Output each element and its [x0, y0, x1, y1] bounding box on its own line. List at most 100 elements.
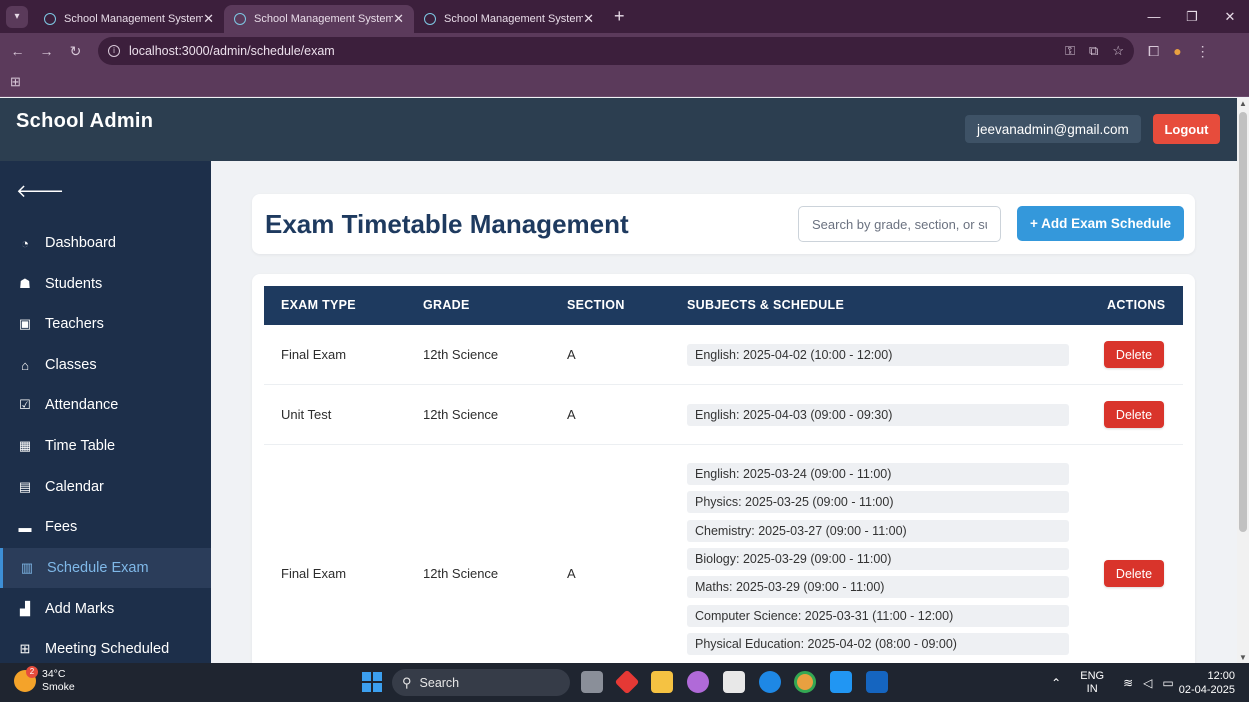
sidebar-item-schedule-exam[interactable]: ▥ Schedule Exam	[0, 548, 211, 588]
sidebar-item-meeting-scheduled[interactable]: ⊞ Meeting Scheduled	[0, 629, 211, 663]
browser-tab-active[interactable]: School Management System ✕	[224, 5, 414, 33]
install-icon[interactable]: ⧉	[1089, 43, 1098, 59]
react-icon	[44, 13, 56, 25]
volume-icon[interactable]: ◁	[1143, 676, 1152, 690]
browser-tab[interactable]: School Management System ✕	[414, 5, 604, 33]
lang-top: ENG	[1080, 669, 1105, 682]
vscode-icon[interactable]	[830, 671, 852, 693]
schedule-item: English: 2025-04-02 (10:00 - 12:00)	[687, 344, 1069, 366]
browser-toolbar: ← → ↻ i localhost:3000/admin/schedule/ex…	[0, 33, 1249, 69]
sidebar-item-label: Students	[45, 276, 103, 292]
calendar-grid-icon: ▦	[18, 438, 32, 453]
address-bar[interactable]: i localhost:3000/admin/schedule/exam ⚿ ⧉…	[98, 37, 1134, 65]
taskbar-search[interactable]: ⚲ Search	[392, 669, 570, 696]
restore-icon[interactable]: ❐	[1173, 9, 1211, 25]
calendar-check-icon: ☑	[19, 397, 31, 412]
store-icon[interactable]	[723, 671, 745, 693]
student-icon: ☗	[19, 276, 31, 291]
page-title: Exam Timetable Management	[265, 209, 629, 239]
sidebar-item-time-table[interactable]: ▦ Time Table	[0, 426, 211, 466]
sidebar-item-label: Calendar	[45, 479, 104, 495]
scroll-down-icon[interactable]: ▼	[1239, 653, 1247, 662]
sidebar-item-attendance[interactable]: ☑ Attendance	[0, 385, 211, 425]
windows-start-icon[interactable]	[362, 672, 382, 692]
wifi-icon[interactable]: ≋	[1123, 676, 1133, 690]
tab-title: School Management System	[254, 13, 394, 25]
sidebar-item-calendar[interactable]: ▤ Calendar	[0, 467, 211, 507]
search-icon: ⚲	[402, 674, 412, 690]
browser-tab[interactable]: School Management System ✕	[34, 5, 224, 33]
weather-icon: 2	[14, 666, 38, 692]
sidebar-item-fees[interactable]: ▬ Fees	[0, 507, 211, 547]
browser-tabbar: ▾ School Management System ✕ School Mana…	[0, 0, 1249, 33]
close-tab-icon[interactable]: ✕	[203, 11, 214, 27]
apps-icon[interactable]: ⊞	[10, 74, 21, 90]
notification-badge: 2	[26, 666, 38, 678]
copilot-icon[interactable]	[687, 671, 709, 693]
sidebar-item-label: Schedule Exam	[47, 560, 149, 576]
chevron-up-icon[interactable]: ⌃	[1051, 676, 1061, 690]
task-view-icon[interactable]	[581, 671, 603, 693]
grade-cell: 12th Science	[423, 407, 499, 422]
reload-icon[interactable]: ↻	[61, 43, 90, 60]
close-window-icon[interactable]: ✕	[1211, 9, 1249, 25]
language-indicator[interactable]: ENG IN	[1080, 670, 1104, 696]
app-icon[interactable]	[614, 669, 640, 695]
key-icon[interactable]: ⚿	[1065, 43, 1075, 59]
forward-icon[interactable]: →	[32, 43, 61, 59]
react-icon	[234, 13, 246, 25]
sidebar-item-classes[interactable]: ⌂ Classes	[0, 345, 211, 385]
delete-button[interactable]: Delete	[1104, 560, 1164, 587]
edge-icon[interactable]	[759, 671, 781, 693]
star-icon[interactable]: ☆	[1112, 43, 1124, 59]
taskbar-search-label: Search	[419, 675, 460, 690]
exam-type-cell: Unit Test	[281, 407, 332, 422]
close-tab-icon[interactable]: ✕	[393, 11, 404, 27]
scroll-up-icon[interactable]: ▲	[1239, 99, 1247, 108]
grade-cell: 12th Science	[423, 566, 499, 581]
tab-search-button[interactable]: ▾	[6, 5, 28, 28]
search-input[interactable]	[798, 206, 1001, 242]
chrome-icon[interactable]	[794, 671, 816, 693]
back-icon[interactable]: ←	[3, 43, 32, 59]
sidebar-item-teachers[interactable]: ▣ Teachers	[0, 304, 211, 344]
minimize-icon[interactable]: —	[1135, 9, 1173, 24]
column-header: ACTIONS	[1107, 298, 1166, 312]
scroll-thumb[interactable]	[1239, 112, 1247, 532]
logout-button[interactable]: Logout	[1153, 114, 1220, 144]
close-tab-icon[interactable]: ✕	[583, 11, 594, 27]
site-info-icon[interactable]: i	[108, 45, 120, 57]
main-content: Exam Timetable Management + Add Exam Sch…	[211, 161, 1237, 663]
wallet-icon: ▬	[18, 519, 32, 535]
sidebar-item-dashboard[interactable]: ◔ Dashboard	[0, 223, 211, 263]
page-scrollbar[interactable]: ▲ ▼	[1237, 98, 1249, 663]
exam-type-cell: Final Exam	[281, 566, 347, 581]
table-row: Final Exam 12th Science A English: 2025-…	[264, 445, 1183, 663]
clock-time: 12:00	[1207, 669, 1235, 682]
add-exam-schedule-button[interactable]: + Add Exam Schedule	[1017, 206, 1184, 241]
sidebar-item-students[interactable]: ☗ Students	[0, 264, 211, 304]
new-tab-icon[interactable]: +	[614, 6, 625, 27]
lang-bottom: IN	[1086, 682, 1098, 695]
calendar-icon: ▤	[18, 479, 32, 494]
profile-icon[interactable]: ●	[1173, 43, 1181, 59]
extensions-icon[interactable]: ⧠	[1148, 43, 1159, 60]
file-explorer-icon[interactable]	[651, 671, 673, 693]
back-arrow-icon[interactable]: 🡐	[16, 181, 64, 202]
weather-widget[interactable]: 2 34°C Smoke	[14, 666, 75, 694]
delete-button[interactable]: Delete	[1104, 401, 1164, 428]
weather-desc: Smoke	[42, 681, 75, 693]
delete-button[interactable]: Delete	[1104, 341, 1164, 368]
word-icon[interactable]	[866, 671, 888, 693]
react-icon	[424, 13, 436, 25]
title-card: Exam Timetable Management + Add Exam Sch…	[252, 194, 1195, 254]
sidebar-item-add-marks[interactable]: ▟ Add Marks	[0, 589, 211, 629]
sidebar-item-label: Fees	[45, 519, 78, 535]
sidebar-item-label: Meeting Scheduled	[45, 641, 170, 657]
url-text: localhost:3000/admin/schedule/exam	[129, 44, 335, 58]
menu-icon[interactable]: ⋮	[1196, 43, 1210, 60]
clock[interactable]: 12:00 02-04-2025	[1179, 669, 1235, 697]
table-row: Unit Test 12th Science A English: 2025-0…	[264, 385, 1183, 445]
battery-icon[interactable]: ▭	[1162, 676, 1173, 690]
column-header: GRADE	[423, 298, 470, 312]
